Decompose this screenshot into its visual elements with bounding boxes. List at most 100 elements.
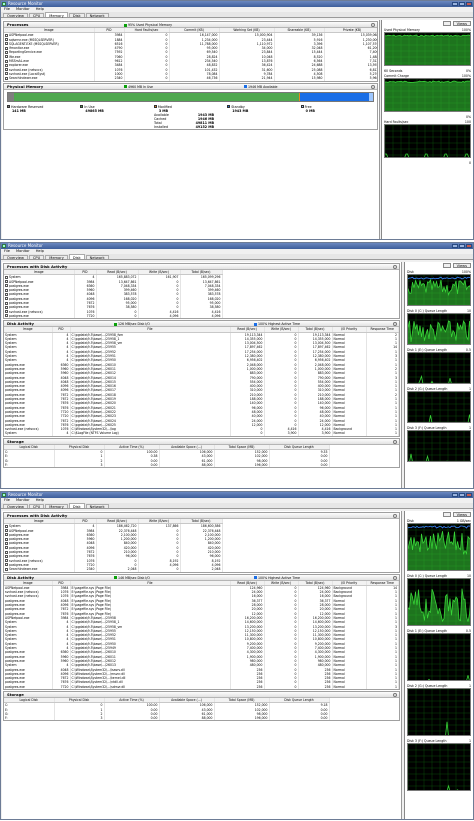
collapse-icon[interactable] (393, 439, 397, 444)
row-checkbox[interactable] (5, 59, 8, 63)
menu-monitor[interactable]: Monitor (16, 7, 30, 12)
disk-activity-header[interactable]: Disk Activity 126 MB/sec Disk I/O 100% H… (4, 321, 399, 328)
table-row[interactable]: SearchIndexer.exe 2340 2,048 0 2,048 (4, 567, 399, 572)
row-checkbox[interactable] (5, 546, 8, 550)
maximize-button[interactable] (459, 2, 465, 6)
row-checkbox[interactable] (5, 305, 8, 309)
row-checkbox[interactable] (5, 529, 8, 533)
row-checkbox[interactable] (5, 38, 8, 42)
collapse-graph-button[interactable] (442, 263, 451, 268)
collapse-icon[interactable] (393, 575, 397, 580)
menu-help[interactable]: Help (36, 249, 44, 254)
title-bar[interactable]: Resource Monitor (1, 243, 473, 249)
row-checkbox[interactable] (5, 554, 8, 558)
tab-overview[interactable]: Overview (3, 13, 28, 18)
row-checkbox[interactable] (5, 68, 8, 72)
storage-header[interactable]: Storage (4, 438, 399, 445)
menu-file[interactable]: File (4, 249, 10, 254)
views-button[interactable]: Views (452, 21, 471, 26)
maximize-button[interactable] (459, 244, 465, 248)
row-checkbox[interactable] (5, 314, 8, 318)
row-checkbox[interactable] (5, 301, 8, 305)
views-button[interactable]: Views (452, 263, 471, 268)
row-checkbox[interactable] (5, 280, 8, 284)
close-button[interactable] (466, 493, 472, 497)
tab-overview[interactable]: Overview (3, 255, 28, 260)
table-row[interactable]: F: 3 0.00 88,000 196,000 0.00 (4, 716, 399, 721)
physical-memory-header[interactable]: Physical Memory 4960 MB In Use 1946 MB A… (4, 83, 377, 90)
table-row[interactable]: F: 3 0.00 88,000 196,000 0.00 (4, 462, 399, 468)
storage-header[interactable]: Storage (4, 692, 399, 698)
menu-file[interactable]: File (4, 7, 10, 12)
row-checkbox[interactable] (5, 541, 8, 545)
row-checkbox[interactable] (5, 550, 8, 554)
row-checkbox[interactable] (5, 310, 8, 314)
minimize-button[interactable] (452, 2, 458, 6)
collapse-icon[interactable] (393, 514, 397, 518)
collapse-graph-button[interactable] (442, 512, 451, 517)
row-checkbox[interactable] (5, 275, 8, 279)
menu-help[interactable]: Help (36, 498, 44, 503)
tab-disk[interactable]: Disk (68, 254, 85, 260)
row-checkbox[interactable] (5, 50, 8, 54)
views-button[interactable]: Views (452, 512, 471, 517)
column-header[interactable]: Response Time (366, 327, 399, 333)
row-checkbox[interactable] (5, 33, 8, 37)
collapse-icon[interactable] (371, 23, 375, 27)
collapse-graph-button[interactable] (442, 21, 451, 26)
tab-network[interactable]: Network (85, 13, 109, 18)
collapse-icon[interactable] (371, 84, 375, 89)
row-checkbox[interactable] (5, 292, 8, 296)
row-checkbox[interactable] (5, 524, 8, 528)
collapse-icon[interactable] (393, 322, 397, 327)
menu-help[interactable]: Help (36, 7, 44, 12)
row-checkbox[interactable] (5, 297, 8, 301)
row-checkbox[interactable] (5, 63, 8, 67)
tab-network[interactable]: Network (85, 255, 109, 260)
collapse-icon[interactable] (393, 265, 397, 269)
minimize-button[interactable] (452, 493, 458, 497)
tab-network[interactable]: Network (85, 504, 109, 509)
tab-memory[interactable]: Memory (45, 255, 68, 260)
title-bar[interactable]: Resource Monitor (1, 492, 473, 498)
tab-cpu[interactable]: CPU (28, 504, 45, 509)
menu-file[interactable]: File (4, 498, 10, 503)
row-checkbox[interactable] (5, 42, 8, 46)
row-checkbox[interactable] (5, 559, 8, 563)
minimize-button[interactable] (452, 244, 458, 248)
row-checkbox[interactable] (5, 533, 8, 537)
tab-cpu[interactable]: CPU (28, 255, 45, 260)
row-checkbox[interactable] (5, 76, 8, 80)
processes-header[interactable]: Processes 95% Used Physical Memory (4, 22, 377, 28)
maximize-button[interactable] (459, 493, 465, 497)
collapse-icon[interactable] (393, 692, 397, 697)
table-row[interactable]: postgres.exe 7720 C:\Windows\System32\...\… (4, 684, 399, 689)
column-header[interactable]: Response Time (366, 580, 399, 586)
tab-memory[interactable]: Memory (45, 12, 68, 18)
table-row[interactable]: SearchIndexer.exe 2340 0 46,736 21,944 15,980… (4, 76, 377, 81)
tab-memory[interactable]: Memory (45, 504, 68, 509)
row-checkbox[interactable] (5, 537, 8, 541)
tab-disk[interactable]: Disk (68, 13, 85, 18)
disk-io-tag: 146 MB/sec Disk I/O (114, 575, 150, 580)
close-button[interactable] (466, 244, 472, 248)
row-checkbox[interactable] (5, 46, 8, 50)
row-checkbox[interactable] (5, 72, 8, 76)
tab-disk[interactable]: Disk (68, 503, 85, 509)
row-checkbox[interactable] (5, 563, 8, 567)
menu-monitor[interactable]: Monitor (16, 498, 30, 503)
row-checkbox[interactable] (5, 288, 8, 292)
row-checkbox[interactable] (5, 567, 8, 571)
table-row[interactable]: postgres.exe 7720 0 4,096 4,096 (4, 313, 399, 319)
disk-processes-header[interactable]: Processes with Disk Activity (4, 264, 399, 270)
close-button[interactable] (466, 2, 472, 6)
table-row[interactable]: System 4 C:\$LogFile (NTFS Volume Log) 0 3,9… (4, 431, 399, 436)
disk-processes-header[interactable]: Processes with Disk Activity (4, 513, 399, 519)
tab-overview[interactable]: Overview (3, 504, 28, 509)
tab-cpu[interactable]: CPU (28, 13, 45, 18)
disk-activity-header[interactable]: Disk Activity 146 MB/sec Disk I/O 100% H… (4, 574, 399, 581)
title-bar[interactable]: Resource Monitor (1, 1, 473, 7)
menu-monitor[interactable]: Monitor (16, 249, 30, 254)
row-checkbox[interactable] (5, 284, 8, 288)
row-checkbox[interactable] (5, 55, 8, 59)
